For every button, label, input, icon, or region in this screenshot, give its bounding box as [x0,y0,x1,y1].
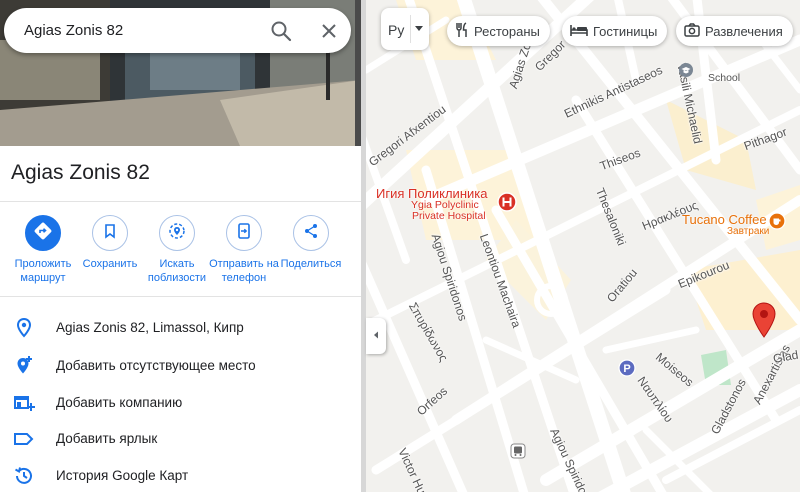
svg-text:P: P [623,363,630,375]
share-icon [302,222,320,245]
search-input[interactable] [24,8,254,53]
layer-separator [410,15,411,43]
search-box [4,8,351,53]
coffee-name[interactable]: Tucano Coffee [682,212,767,227]
chip-label: Гостиницы [593,23,658,39]
close-icon[interactable] [314,16,344,46]
search-icon[interactable] [266,16,296,46]
add-business-icon [12,391,36,415]
add-business-row[interactable]: Добавить компанию [0,385,361,421]
cafe-marker-icon[interactable] [768,212,786,235]
restaurant-icon [455,21,474,41]
add-label-row[interactable]: Добавить ярлык [0,421,361,457]
chip-hotels[interactable]: Гостиницы [562,16,668,46]
maps-history-row[interactable]: История Google Карт [0,458,361,492]
divider-line [0,201,361,202]
hotel-icon [570,23,593,40]
location-marker-icon[interactable] [752,302,776,343]
add-business-text: Добавить компанию [56,395,183,410]
maps-history-text: История Google Карт [56,468,189,483]
share-label: Поделиться [280,258,342,270]
label-icon [12,427,36,451]
camera-icon [684,22,705,40]
map-layer-selector[interactable]: Ру [381,8,429,50]
caret-down-icon[interactable] [415,26,423,31]
map-canvas[interactable]: Agias Zonis Gregor Ethnikis Antistaseos … [366,0,800,492]
layer-label: Ру [388,22,405,38]
chip-entertainment[interactable]: Развлечения [676,16,793,46]
parking-icon: P [618,359,636,382]
place-panel: Agias Zonis 82 Проложить маршрут Сохрани… [0,0,361,492]
divider-line [0,296,361,297]
chevron-left-icon [371,327,381,345]
address-row[interactable]: Agias Zonis 82, Limassol, Кипр [0,310,361,346]
chip-label: Развлечения [705,23,783,39]
clinic-name-en-2: Private Hospital [412,210,486,222]
share-button[interactable]: Поделиться [271,215,351,271]
coffee-subtitle: Завтраки [727,226,770,237]
add-missing-place-row[interactable]: Добавить отсутствующее место [0,348,361,384]
send-to-phone-icon [235,222,253,245]
chip-label: Рестораны [474,23,540,39]
address-text: Agias Zonis 82, Limassol, Кипр [56,320,244,335]
hospital-marker-icon[interactable] [497,192,517,217]
bus-stop-icon [510,443,526,464]
add-place-icon [12,354,36,378]
collapse-panel-button[interactable] [366,318,386,354]
school-icon [678,62,694,83]
school-label: School [708,72,741,84]
nearby-icon [167,221,187,246]
location-pin-icon [12,316,36,340]
directions-icon [32,220,54,247]
place-title: Agias Zonis 82 [11,161,150,184]
chip-restaurants[interactable]: Рестораны [447,16,550,46]
add-missing-place-text: Добавить отсутствующее место [56,358,256,373]
history-icon [12,464,36,488]
add-label-text: Добавить ярлык [56,431,158,446]
bookmark-icon [101,222,119,245]
